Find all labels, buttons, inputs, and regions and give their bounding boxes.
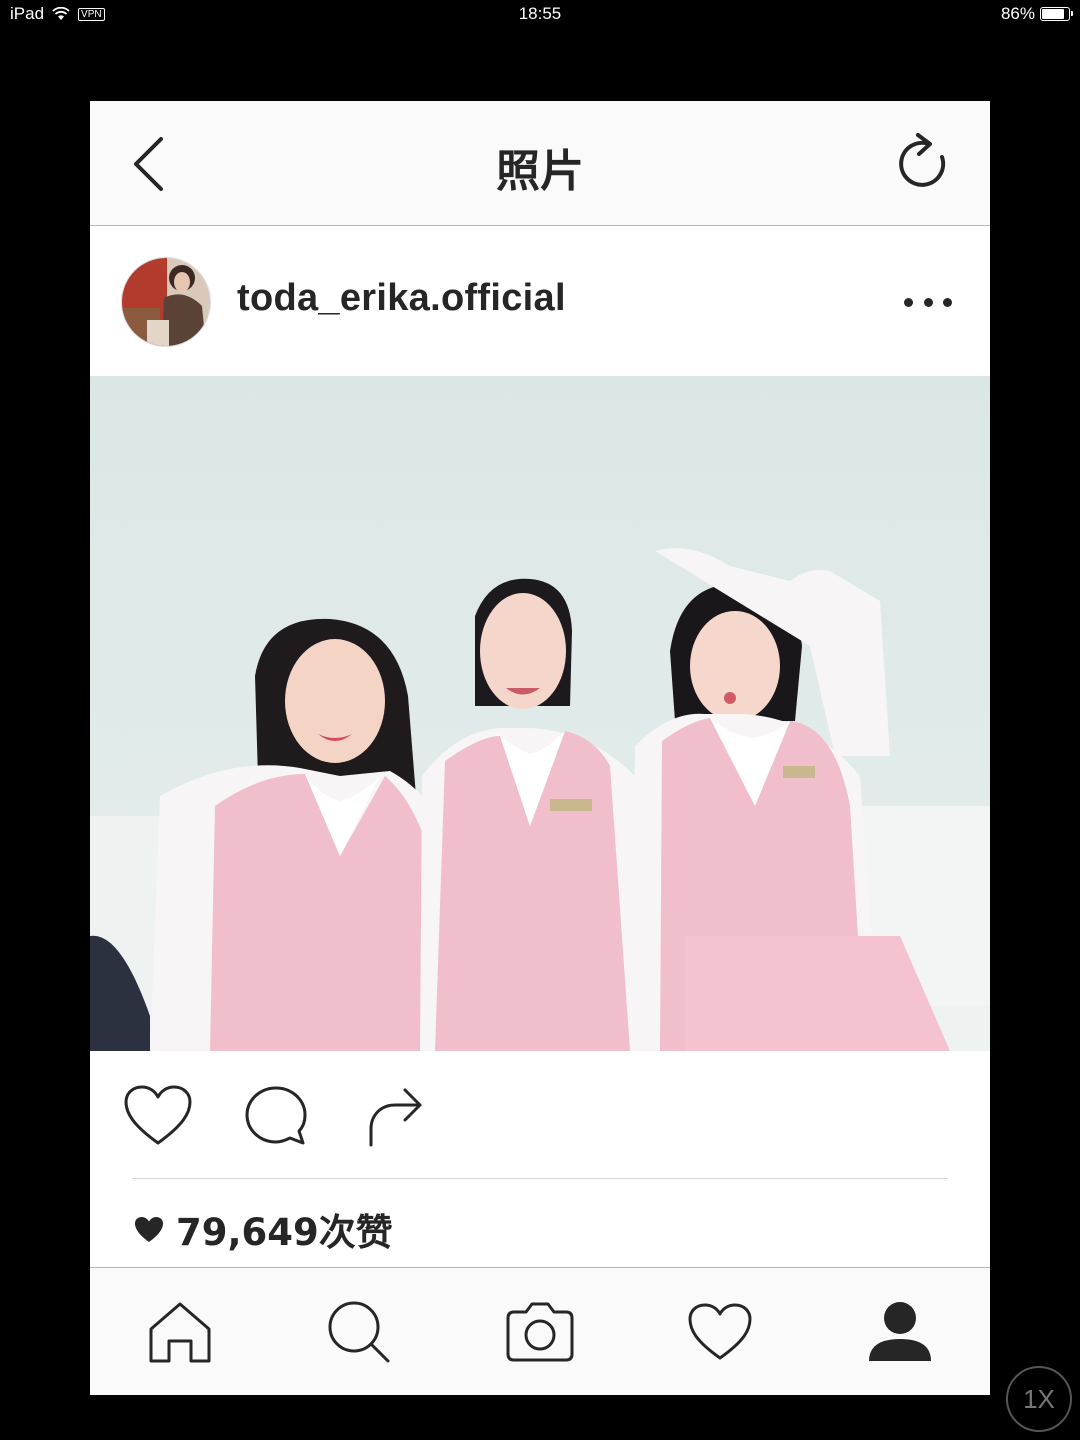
status-time: 18:55 xyxy=(518,4,562,23)
tab-profile[interactable] xyxy=(860,1294,940,1370)
status-right: 86% xyxy=(1000,4,1073,24)
instagram-photo-screen: 照片 toda_erika.official 79,649次赞 xyxy=(90,101,990,1395)
avatar[interactable] xyxy=(121,257,211,347)
heart-outline-icon xyxy=(124,1085,192,1145)
tab-camera[interactable] xyxy=(500,1294,580,1370)
refresh-icon xyxy=(899,133,946,187)
speed-badge[interactable]: 1X xyxy=(1006,1366,1072,1432)
battery-icon xyxy=(1040,7,1073,21)
battery-percent: 86% xyxy=(1000,4,1035,23)
comment-bubble-icon xyxy=(245,1086,307,1145)
likes-count: 79,649次赞 xyxy=(176,1211,393,1254)
page-title: 照片 xyxy=(496,146,584,197)
post-image xyxy=(90,376,990,1051)
username[interactable]: toda_erika.official xyxy=(237,277,566,320)
like-button[interactable] xyxy=(118,1081,198,1151)
post-actions xyxy=(90,1051,990,1179)
profile-photo xyxy=(122,258,210,346)
tab-search[interactable] xyxy=(319,1294,399,1370)
post-header: toda_erika.official xyxy=(90,227,990,376)
divider xyxy=(132,1178,948,1179)
post-photo[interactable] xyxy=(90,376,990,1051)
status-bar: iPad VPN 18:55 86% xyxy=(0,0,1080,30)
more-options-button[interactable] xyxy=(904,285,952,319)
ellipsis-icon xyxy=(904,297,913,307)
comment-button[interactable] xyxy=(236,1081,316,1151)
camera-icon xyxy=(506,1302,574,1362)
refresh-button[interactable] xyxy=(892,131,954,193)
battery-level xyxy=(1042,9,1065,19)
tab-bar xyxy=(90,1267,990,1395)
home-icon xyxy=(149,1302,211,1363)
ellipsis-icon xyxy=(923,297,933,307)
heart-filled-icon xyxy=(135,1216,163,1242)
likes-row[interactable]: 79,649次赞 xyxy=(134,1204,393,1254)
search-icon xyxy=(328,1301,390,1363)
tab-activity[interactable] xyxy=(680,1294,760,1370)
share-arrow-icon xyxy=(369,1088,422,1147)
activity-heart-icon xyxy=(688,1303,752,1360)
ellipsis-icon xyxy=(943,297,952,307)
nav-bar: 照片 xyxy=(90,101,990,226)
tab-home[interactable] xyxy=(140,1294,220,1370)
profile-icon xyxy=(869,1302,931,1361)
share-button[interactable] xyxy=(354,1081,434,1151)
